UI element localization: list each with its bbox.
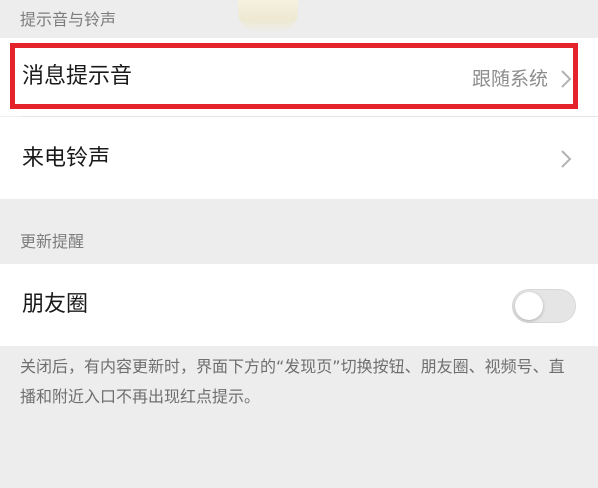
ringtone-label: 来电铃声 xyxy=(22,146,111,171)
chevron-right-icon xyxy=(561,150,572,168)
toggle-knob xyxy=(515,292,543,320)
moments-row: 朋友圈 xyxy=(0,264,598,346)
blurred-image-fragment xyxy=(238,0,298,32)
ringtone-row[interactable]: 来电铃声 xyxy=(0,117,598,199)
message-tone-label: 消息提示音 xyxy=(22,64,133,89)
message-tone-value: 跟随系统 xyxy=(471,68,548,90)
moments-label: 朋友圈 xyxy=(22,292,89,317)
section-header-updates: 更新提醒 xyxy=(20,232,85,251)
message-tone-row[interactable]: 消息提示音 跟随系统 xyxy=(0,38,598,116)
chevron-right-icon xyxy=(561,70,572,88)
moments-footnote: 关闭后，有内容更新时，界面下方的“发现页”切换按钮、朋友圈、视频号、直播和附近入… xyxy=(20,357,565,406)
moments-toggle[interactable] xyxy=(512,289,576,323)
section-header-tones: 提示音与铃声 xyxy=(20,10,117,29)
settings-page: 提示音与铃声 消息提示音 跟随系统 来电铃声 更新提醒 朋友圈 关闭后，有内容更… xyxy=(0,0,598,488)
